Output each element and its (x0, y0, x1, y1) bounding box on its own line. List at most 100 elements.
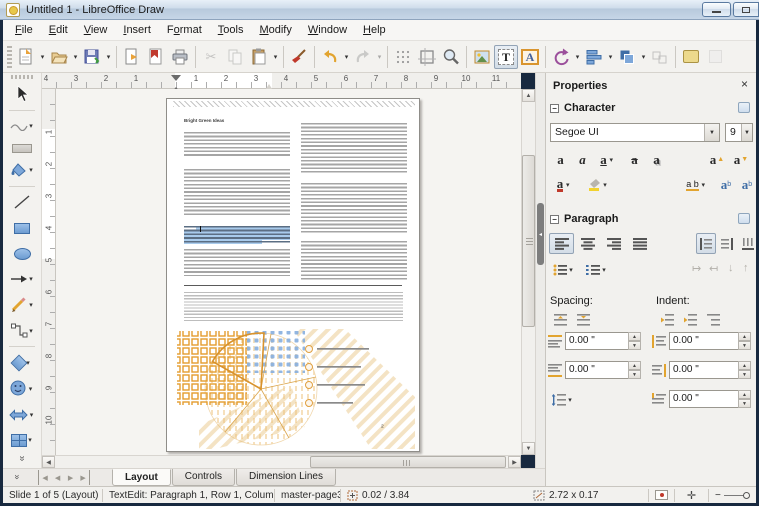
highlight-dropdown-arrow[interactable]: ▾ (601, 181, 610, 189)
last-layer-button[interactable]: ▶ (77, 470, 90, 485)
menu-item[interactable]: Tools (210, 22, 252, 38)
indent-marker-first[interactable] (171, 75, 181, 86)
font-size-combobox[interactable]: 9 ▼ (725, 123, 753, 142)
toolbar-grip[interactable] (7, 46, 12, 68)
title-bar[interactable]: Untitled 1 - LibreOffice Draw (0, 0, 759, 20)
align-center-button[interactable] (575, 233, 600, 254)
insert-textbox-button[interactable]: T (494, 45, 518, 69)
underline-dropdown-arrow[interactable]: ▾ (607, 156, 616, 164)
line-spacing-button[interactable]: ▾ (548, 389, 578, 410)
horizontal-scrollbar[interactable]: ◀ ▶ (42, 455, 521, 468)
numbered-list-button[interactable]: ▾ (582, 259, 612, 280)
text-direction-rtl-button[interactable] (717, 233, 737, 254)
align-justified-button[interactable] (627, 233, 652, 254)
align-right-button[interactable] (601, 233, 626, 254)
block-arrows-dropdown-arrow[interactable]: ▾ (28, 411, 35, 419)
zoom-out-icon[interactable]: − (715, 490, 721, 501)
indent-first-line-spinbox[interactable]: 0.00 "▲▼ (669, 390, 751, 408)
sidebar-splitter-handle[interactable]: ◂ (537, 203, 544, 265)
indent-before-spinbox[interactable]: 0.00 "▲▼ (669, 332, 751, 350)
helplines-button[interactable] (415, 45, 439, 69)
spin-down[interactable]: ▼ (628, 341, 641, 350)
open-button[interactable] (47, 45, 71, 69)
font-name-combobox[interactable]: Segoe UI ▼ (550, 123, 720, 142)
menu-item[interactable]: Insert (115, 22, 159, 38)
character-dialog-launcher-icon[interactable] (738, 102, 750, 113)
basic-shapes-tool[interactable]: ▾ (5, 350, 39, 376)
menu-item[interactable]: Edit (41, 22, 76, 38)
subscript-button[interactable]: ab (737, 174, 757, 195)
spin-up[interactable]: ▲ (738, 390, 751, 399)
spin-down[interactable]: ▼ (738, 341, 751, 350)
toolbar-grip[interactable] (11, 75, 33, 79)
increase-spacing-button[interactable] (549, 311, 571, 329)
font-name-dropdown[interactable]: ▼ (704, 124, 719, 141)
font-color-dropdown-arrow[interactable]: ▾ (563, 181, 572, 189)
spin-up[interactable]: ▲ (628, 361, 641, 370)
strikethrough-button[interactable]: a (624, 149, 645, 170)
connector-tool[interactable]: ▾ (5, 318, 39, 344)
save-button[interactable] (80, 45, 104, 69)
sidebar-splitter[interactable]: ◂ (535, 73, 545, 486)
minimize-button[interactable] (702, 2, 731, 17)
toolbar-overflow-chevron[interactable]: » (13, 474, 23, 479)
indent-after-value[interactable]: 0.00 " (669, 361, 738, 379)
scroll-right-button[interactable]: ▶ (508, 456, 521, 468)
menu-item[interactable]: Modify (251, 22, 299, 38)
connector-dropdown-arrow[interactable]: ▾ (28, 327, 35, 335)
decrease-indent-button[interactable] (679, 311, 701, 329)
spacing-above-value[interactable]: 0.00 " (565, 332, 628, 350)
new-dropdown-arrow[interactable]: ▾ (38, 53, 47, 61)
symbol-shapes-dropdown-arrow[interactable]: ▾ (27, 385, 34, 393)
insert-image-button[interactable] (470, 45, 494, 69)
layer-tab[interactable]: Dimension Lines (236, 469, 336, 486)
line-spacing-dropdown-arrow[interactable]: ▾ (566, 396, 575, 404)
bold-button[interactable]: a (550, 149, 571, 170)
curve-dropdown-arrow[interactable]: ▾ (28, 301, 35, 309)
lines-arrows-dropdown-arrow[interactable]: ▾ (28, 275, 35, 283)
export-pdf-button[interactable] (144, 45, 168, 69)
vertical-scroll-thumb[interactable] (522, 155, 535, 327)
spin-down[interactable]: ▼ (628, 370, 641, 379)
rotate-button[interactable] (549, 45, 573, 69)
spin-up[interactable]: ▲ (628, 332, 641, 341)
zoom-slider-track[interactable] (724, 495, 746, 496)
paragraph-dialog-launcher-icon[interactable] (738, 213, 750, 224)
arrange-dropdown-arrow[interactable]: ▾ (639, 53, 648, 61)
next-layer-button[interactable]: ▶ (64, 470, 77, 485)
collapse-icon[interactable]: − (550, 215, 559, 224)
scroll-down-button[interactable]: ▼ (522, 442, 535, 455)
clone-formatting-button[interactable] (287, 45, 311, 69)
more-tools-chevron[interactable]: » (17, 456, 28, 462)
select-tool[interactable] (5, 81, 39, 107)
font-size-value[interactable]: 9 (726, 124, 741, 141)
menu-item[interactable]: Format (159, 22, 210, 38)
spin-up[interactable]: ▲ (738, 361, 751, 370)
fill-dropdown-arrow[interactable]: ▾ (28, 166, 35, 174)
character-spacing-button[interactable]: a b▾ (682, 174, 712, 195)
decrease-spacing-button[interactable] (572, 311, 594, 329)
ellipse-tool[interactable] (5, 241, 39, 267)
scroll-up-button[interactable]: ▲ (522, 89, 535, 102)
lines-arrows-tool[interactable]: ▾ (5, 267, 39, 293)
char-spacing-dropdown-arrow[interactable]: ▾ (699, 181, 708, 189)
symbol-shapes-tool[interactable]: ▾ (5, 376, 39, 402)
save-dropdown-arrow[interactable]: ▾ (104, 53, 113, 61)
drawing-canvas[interactable]: Bright Green Ideas (56, 89, 521, 455)
text-direction-ltr-button[interactable] (696, 233, 716, 254)
spacing-above-spinbox[interactable]: 0.00 "▲▼ (565, 332, 641, 350)
align-dropdown-arrow[interactable]: ▾ (606, 53, 615, 61)
indent-first-line-value[interactable]: 0.00 " (669, 390, 738, 408)
vertical-scrollbar[interactable]: ▲ ▼ (521, 89, 535, 455)
curve-tool[interactable]: ▾ (5, 292, 39, 318)
spacing-below-spinbox[interactable]: 0.00 "▲▼ (565, 361, 641, 379)
vertical-ruler[interactable]: 12345678910 (42, 89, 56, 455)
indent-after-spinbox[interactable]: 0.00 "▲▼ (669, 361, 751, 379)
align-objects-button[interactable] (582, 45, 606, 69)
new-document-button[interactable] (14, 45, 38, 69)
block-arrows-tool[interactable]: ▾ (5, 402, 39, 428)
open-dropdown-arrow[interactable]: ▾ (71, 53, 80, 61)
collapse-icon[interactable]: − (550, 104, 559, 113)
menu-item[interactable]: View (76, 22, 116, 38)
zoom-slider-knob[interactable] (743, 492, 750, 499)
